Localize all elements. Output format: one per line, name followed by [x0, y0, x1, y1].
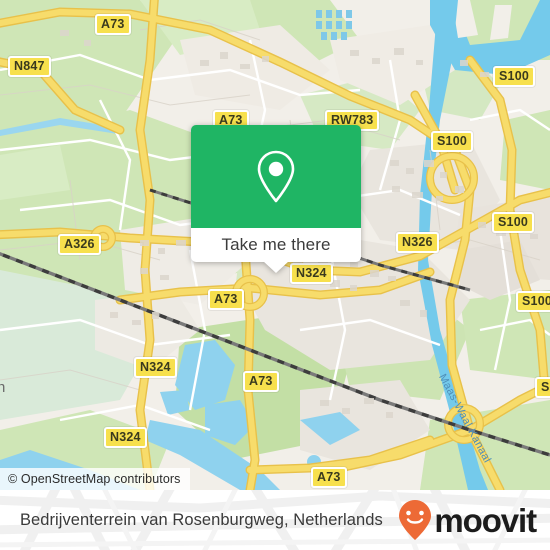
location-callout[interactable]: Take me there [191, 125, 361, 273]
moovit-smiley-pin-icon [399, 500, 432, 540]
road-shield: A73 [311, 467, 347, 488]
road-shield: S100 [492, 212, 534, 233]
take-me-there-button[interactable]: Take me there [191, 228, 361, 273]
callout-pointer [263, 261, 289, 273]
road-shield: N324 [290, 263, 333, 284]
bottom-info-bar: Bedrijventerrein van Rosenburgweg, Nethe… [0, 490, 550, 550]
osm-attribution[interactable]: © OpenStreetMap contributors [0, 468, 190, 490]
road-shield: A73 [208, 289, 244, 310]
road-shield: A73 [243, 371, 279, 392]
road-shield: N324 [134, 357, 177, 378]
road-shield: S100 [516, 291, 550, 312]
road-shield: N847 [8, 56, 51, 77]
road-shield: A73 [95, 14, 131, 35]
road-shield: S100 [535, 377, 550, 398]
callout-green-panel[interactable] [191, 125, 361, 228]
take-me-there-label: Take me there [221, 235, 331, 254]
moovit-wordmark: moovit [434, 501, 537, 539]
road-shield: S100 [493, 66, 535, 87]
place-title: Bedrijventerrein van Rosenburgweg, Nethe… [20, 510, 383, 529]
road-shield: N326 [396, 232, 439, 253]
map-pin-icon [257, 150, 295, 202]
road-shield: A326 [58, 234, 101, 255]
moovit-location-card: Maas-Waal Kanaal n A73 N847 S100 A73 RW783 S1… [0, 0, 550, 550]
moovit-logo[interactable]: moovit [397, 499, 537, 541]
road-shield: S100 [431, 131, 473, 152]
road-shield: N324 [104, 427, 147, 448]
